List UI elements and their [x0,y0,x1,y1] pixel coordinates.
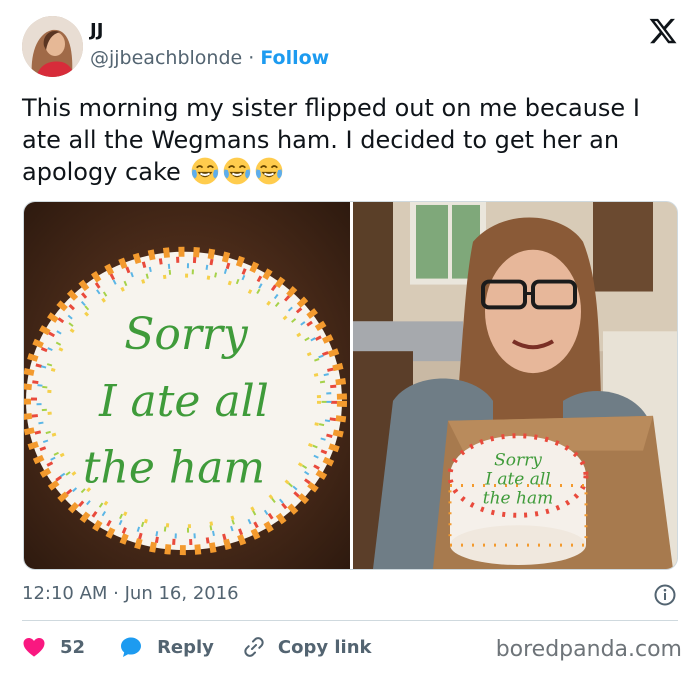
cake-photo[interactable]: Sorry I ate all the ham [24,202,350,569]
face-with-tears-of-joy-icon [224,157,251,185]
like-button[interactable]: 52 [22,635,85,659]
cake-text-line-3: the ham [83,443,265,494]
cake-small-text-line-2: I ate all [484,469,551,489]
x-logo-icon[interactable] [648,16,678,46]
reply-button[interactable]: Reply [119,635,214,659]
tweet-card: JJ @jjbeachblonde · Follow This morning … [0,0,700,673]
author-handle-row: @jjbeachblonde · Follow [90,47,329,69]
tweet-date[interactable]: Jun 16, 2016 [125,583,239,604]
heart-icon [23,638,45,657]
cake-small-text-line-3: the ham [483,487,553,507]
divider [22,620,678,621]
tweet-time[interactable]: 12:10 AM [22,583,107,604]
copy-link-button[interactable]: Copy link [242,635,372,659]
reply-bubble-icon [121,637,142,657]
timestamp-separator: · [107,583,125,604]
like-count: 52 [60,636,86,658]
tweet-body: This morning my sister flipped out on me… [22,94,640,186]
tweet-text: This morning my sister flipped out on me… [22,92,682,188]
follow-button[interactable]: Follow [260,47,329,69]
copy-link-label: Copy link [277,636,372,658]
avatar[interactable] [22,16,83,77]
cake-text-line-2: I ate all [98,376,269,427]
tweet-actions: 52 Reply Copy link [22,633,372,661]
info-icon[interactable] [653,583,677,607]
cake-text-line-1: Sorry [124,309,249,360]
tweet-timestamp[interactable]: 12:10 AM · Jun 16, 2016 [22,583,239,604]
reply-label: Reply [157,636,214,658]
author-name[interactable]: JJ [90,20,103,41]
author-handle[interactable]: @jjbeachblonde [90,47,242,69]
cake-small-text-line-1: Sorry [494,450,542,470]
woman-with-cake-photo[interactable]: Sorry I ate all the ham [353,202,677,569]
handle-separator: · [242,47,261,69]
face-with-tears-of-joy-icon [192,157,219,185]
link-icon [244,637,264,657]
face-with-tears-of-joy-icon [256,157,283,185]
tweet-media[interactable]: Sorry I ate all the ham Sorry I ate all … [23,201,678,570]
watermark: boredpanda.com [495,637,682,662]
